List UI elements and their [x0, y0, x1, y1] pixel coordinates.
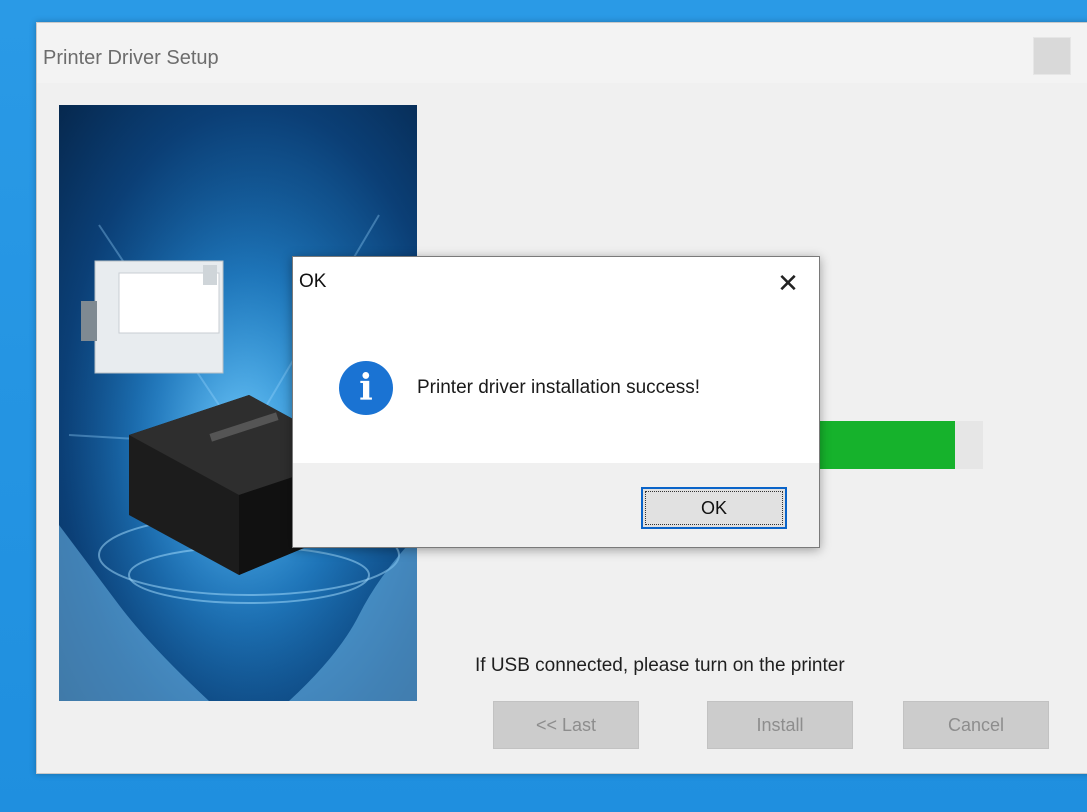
window-title: Printer Driver Setup	[43, 47, 219, 69]
close-icon[interactable]: ✕	[771, 267, 805, 301]
progress-fill	[797, 421, 956, 469]
dialog-message: Printer driver installation success!	[417, 377, 700, 398]
window-control-button[interactable]	[1033, 37, 1071, 75]
cancel-button[interactable]: Cancel	[903, 701, 1049, 749]
info-icon: i	[339, 361, 393, 415]
ok-button[interactable]: OK	[641, 487, 787, 529]
message-dialog: OK ✕ i Printer driver installation succe…	[292, 256, 820, 548]
kiosk-printer-image	[81, 260, 224, 374]
progress-bar	[797, 421, 983, 469]
install-button[interactable]: Install	[707, 701, 853, 749]
usb-note: If USB connected, please turn on the pri…	[475, 655, 845, 676]
title-bar[interactable]: Printer Driver Setup	[37, 23, 1087, 83]
last-button[interactable]: << Last	[493, 701, 639, 749]
dialog-title: OK	[299, 271, 327, 292]
dialog-footer: OK	[293, 463, 819, 547]
